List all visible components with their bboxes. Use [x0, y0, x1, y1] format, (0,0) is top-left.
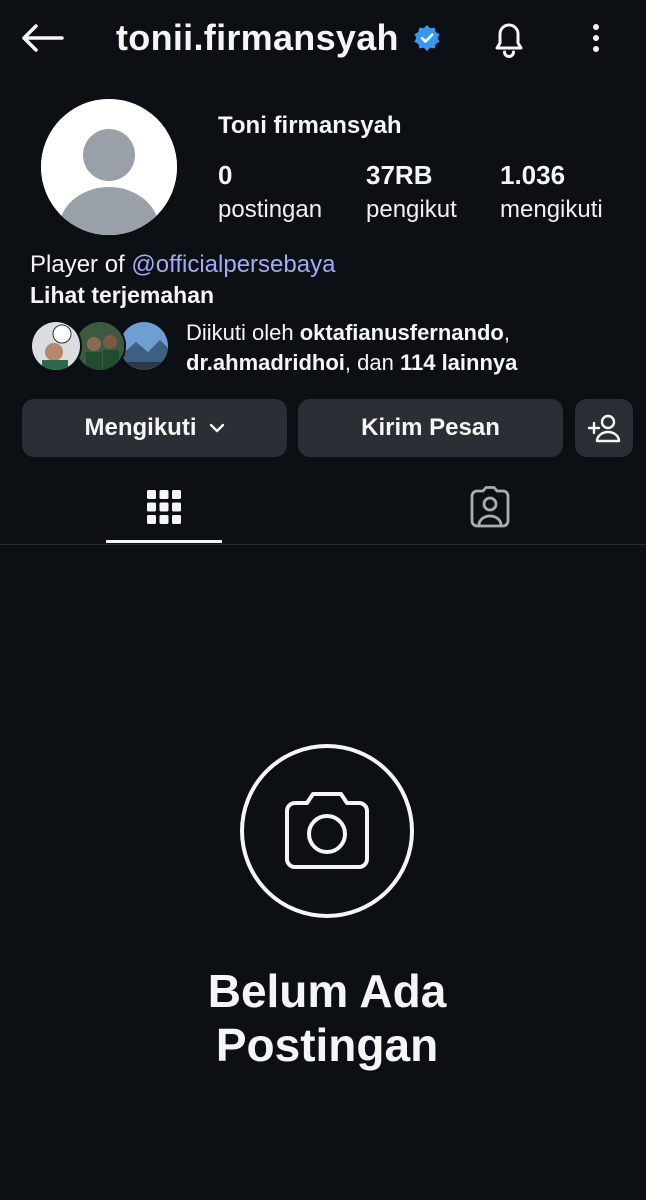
mutual-user-1[interactable]: oktafianusfernando — [300, 320, 504, 345]
followers-count: 37RB — [366, 160, 433, 190]
mutual-followers-text: Diikuti oleh oktafianusfernando, dr.ahma… — [186, 318, 517, 378]
followers-label: pengikut — [366, 196, 457, 223]
camera-icon — [285, 792, 369, 869]
chevron-down-icon — [209, 423, 224, 433]
tab-posts-grid[interactable] — [106, 470, 222, 544]
tagged-person-icon — [470, 486, 510, 528]
display-name: Toni firmansyah — [218, 112, 402, 139]
mutuals-others[interactable]: 114 lainnya — [400, 350, 517, 375]
bio: Player of @officialpersebaya — [30, 250, 335, 280]
default-avatar-icon — [41, 99, 177, 235]
posts-label: postingan — [218, 196, 323, 223]
username: tonii.firmansyah — [116, 17, 399, 58]
mutual-avatar — [30, 320, 82, 372]
mutuals-sep: , — [503, 320, 510, 345]
bell-icon — [495, 23, 523, 58]
empty-state-camera-circle — [240, 744, 414, 918]
username-header: tonii.firmansyah — [116, 14, 441, 62]
mutual-followers[interactable]: Diikuti oleh oktafianusfernando, dr.ahma… — [30, 318, 630, 375]
suggested-users-button[interactable] — [575, 399, 633, 457]
stat-posts: 0 postingan — [218, 156, 322, 226]
stat-followers[interactable]: 37RB pengikut — [366, 156, 457, 226]
profile-tabs — [0, 470, 646, 545]
translate-link[interactable]: Lihat terjemahan — [30, 282, 214, 309]
following-count: 1.036 — [500, 160, 566, 190]
verified-badge-icon — [414, 25, 440, 51]
mutuals-mid: , dan — [344, 350, 400, 375]
top-bar: tonii.firmansyah — [0, 0, 646, 76]
mutual-user-2[interactable]: dr.ahmadridhoi — [186, 350, 345, 375]
tab-tagged[interactable] — [432, 470, 548, 544]
notifications-button[interactable] — [486, 14, 532, 62]
following-label: mengikuti — [500, 196, 603, 223]
bio-mention-link[interactable]: @officialpersebaya — [131, 251, 335, 278]
empty-state-title-line2: Postingan — [215, 1019, 439, 1071]
empty-state-title: Belum Ada Postingan — [0, 964, 646, 1072]
profile-avatar[interactable] — [41, 99, 177, 235]
bio-text: Player of — [30, 251, 132, 278]
empty-state-title-line1: Belum Ada — [207, 965, 447, 1017]
message-button-label: Kirim Pesan — [361, 414, 500, 441]
more-options-button[interactable] — [580, 14, 612, 62]
following-button[interactable]: Mengikuti — [22, 399, 287, 457]
add-user-icon — [587, 414, 621, 443]
active-tab-indicator — [106, 540, 222, 543]
message-button[interactable]: Kirim Pesan — [298, 399, 563, 457]
grid-icon — [147, 490, 181, 524]
following-button-label: Mengikuti — [84, 414, 197, 441]
arrow-left-icon — [22, 24, 64, 52]
posts-count: 0 — [218, 160, 233, 190]
stat-following[interactable]: 1.036 mengikuti — [500, 156, 603, 226]
back-button[interactable] — [20, 18, 68, 58]
mutuals-prefix: Diikuti oleh — [186, 320, 300, 345]
more-vertical-icon — [593, 24, 599, 52]
